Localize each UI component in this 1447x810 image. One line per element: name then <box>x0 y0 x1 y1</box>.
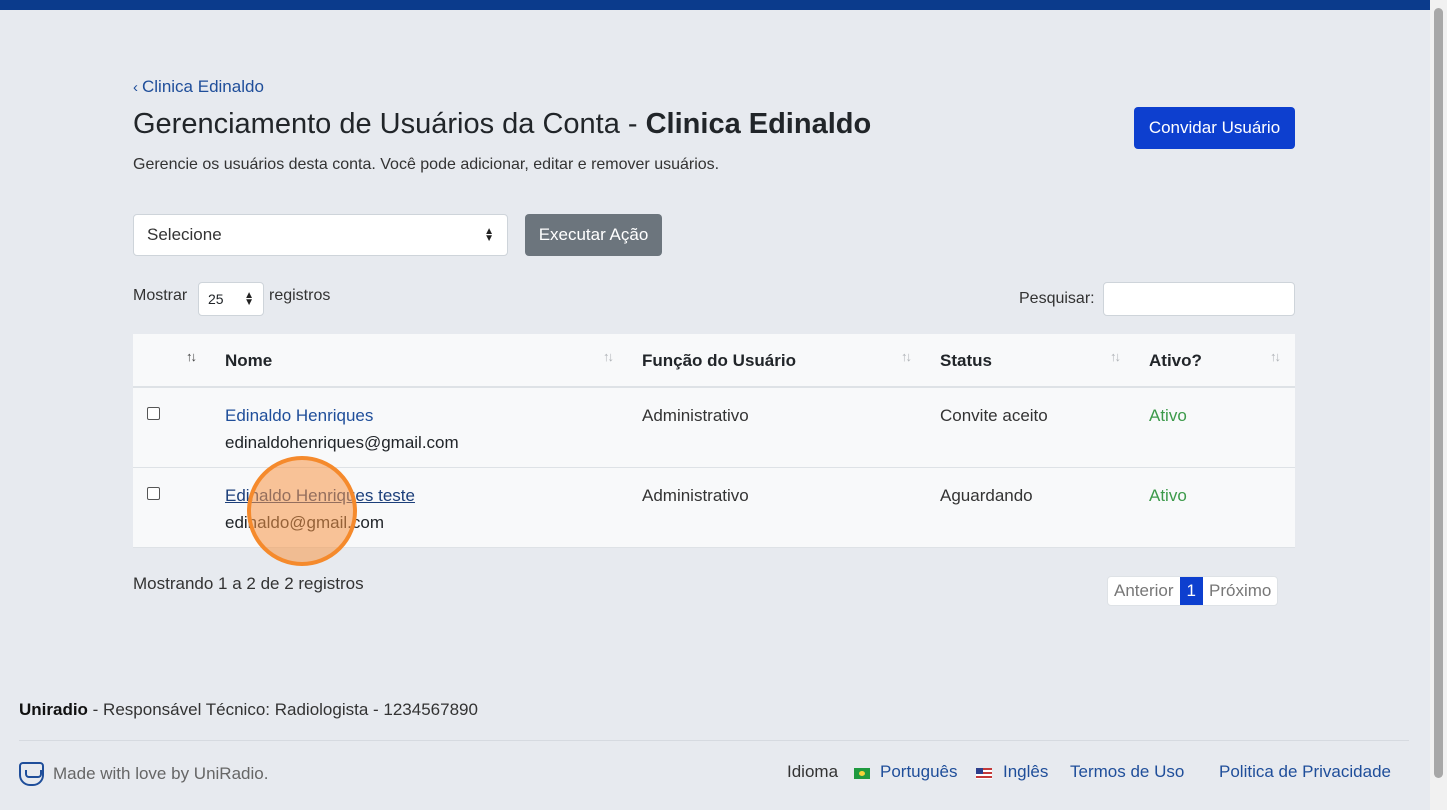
user-active: Ativo <box>1149 486 1187 505</box>
user-name-link[interactable]: Edinaldo Henriques <box>225 406 373 426</box>
made-with: Made with love by UniRadio. <box>19 762 268 786</box>
invite-user-button[interactable]: Convidar Usuário <box>1134 107 1295 149</box>
sort-icon[interactable]: ↑↓ <box>1110 349 1121 364</box>
made-with-text: Made with love by UniRadio. <box>53 764 269 783</box>
page-size-value: 25 <box>208 291 224 307</box>
select-arrows-icon: ▲ ▼ <box>244 290 254 308</box>
terms-link[interactable]: Termos de Uso <box>1070 762 1184 782</box>
search-label: Pesquisar: <box>1019 290 1095 307</box>
back-link-label: Clinica Edinaldo <box>142 77 264 96</box>
user-role: Administrativo <box>642 486 749 505</box>
us-flag-icon <box>976 768 992 779</box>
bulk-action-select[interactable]: Selecione ▲ ▼ <box>133 214 508 256</box>
page-subtitle: Gerencie os usuários desta conta. Você p… <box>133 156 720 173</box>
page-title-account: Clinica Edinaldo <box>645 108 872 140</box>
user-email: edinaldohenriques@gmail.com <box>225 433 459 452</box>
show-label: Mostrar <box>133 287 188 304</box>
records-summary: Mostrando 1 a 2 de 2 registros <box>133 574 364 593</box>
page-title-prefix: Gerenciamento de Usuários da Conta - <box>133 108 646 140</box>
pagination: Anterior 1 Próximo <box>1107 576 1279 606</box>
brazil-flag-icon <box>854 768 870 779</box>
search-input[interactable] <box>1103 282 1295 316</box>
chevron-left-icon: ‹ <box>133 78 138 96</box>
top-bar <box>0 0 1430 10</box>
footer-divider <box>19 740 1409 741</box>
users-table: ↑↓ Nome ↑↓ Função do Usuário ↑↓ Status ↑… <box>133 334 1295 548</box>
pagination-page-1[interactable]: 1 <box>1179 577 1203 605</box>
sort-icon[interactable]: ↑↓ <box>901 349 912 364</box>
pagination-next[interactable]: Próximo <box>1203 577 1277 605</box>
table-row: Edinaldo Henriques teste edinaldo@gmail.… <box>133 468 1295 548</box>
scrollbar-thumb[interactable] <box>1434 8 1443 778</box>
table-row: Edinaldo Henriques edinaldohenriques@gma… <box>133 388 1295 468</box>
privacy-link[interactable]: Politica de Privacidade <box>1219 762 1391 782</box>
brand-name: Uniradio <box>19 700 88 719</box>
sort-icon[interactable]: ↑↓ <box>603 349 614 364</box>
column-header-name[interactable]: Nome <box>225 351 272 371</box>
uniradio-logo-icon <box>19 762 44 786</box>
page-size-select[interactable]: 25 ▲ ▼ <box>198 282 264 316</box>
user-name-link[interactable]: Edinaldo Henriques teste <box>225 486 415 506</box>
user-status: Convite aceito <box>940 406 1048 425</box>
select-arrows-icon: ▲ ▼ <box>484 226 494 244</box>
table-header: ↑↓ Nome ↑↓ Função do Usuário ↑↓ Status ↑… <box>133 334 1295 388</box>
page-title: Gerenciamento de Usuários da Conta - Cli… <box>133 108 871 141</box>
bulk-action-value: Selecione <box>147 225 222 244</box>
language-english-link[interactable]: Inglês <box>1003 762 1048 782</box>
row-checkbox[interactable] <box>147 407 160 420</box>
show-suffix: registros <box>269 287 331 304</box>
language-label: Idioma <box>787 762 839 781</box>
user-email: edinaldo@gmail.com <box>225 513 385 532</box>
language-portuguese-link[interactable]: Português <box>880 762 958 782</box>
execute-action-button[interactable]: Executar Ação <box>525 214 662 256</box>
sort-icon[interactable]: ↑↓ <box>186 349 197 364</box>
pagination-prev[interactable]: Anterior <box>1108 577 1180 605</box>
responsible-text: - Responsável Técnico: Radiologista - 12… <box>87 700 478 719</box>
scrollbar[interactable] <box>1430 0 1447 810</box>
sort-icon[interactable]: ↑↓ <box>1270 349 1281 364</box>
column-header-role[interactable]: Função do Usuário <box>642 351 796 371</box>
row-checkbox[interactable] <box>147 487 160 500</box>
column-header-active[interactable]: Ativo? <box>1149 351 1202 371</box>
footer-brand: Uniradio - Responsável Técnico: Radiolog… <box>19 700 478 720</box>
column-header-status[interactable]: Status <box>940 351 992 371</box>
user-active: Ativo <box>1149 406 1187 425</box>
user-status: Aguardando <box>940 486 1033 505</box>
back-link[interactable]: ‹ Clinica Edinaldo <box>133 77 264 97</box>
user-role: Administrativo <box>642 406 749 425</box>
